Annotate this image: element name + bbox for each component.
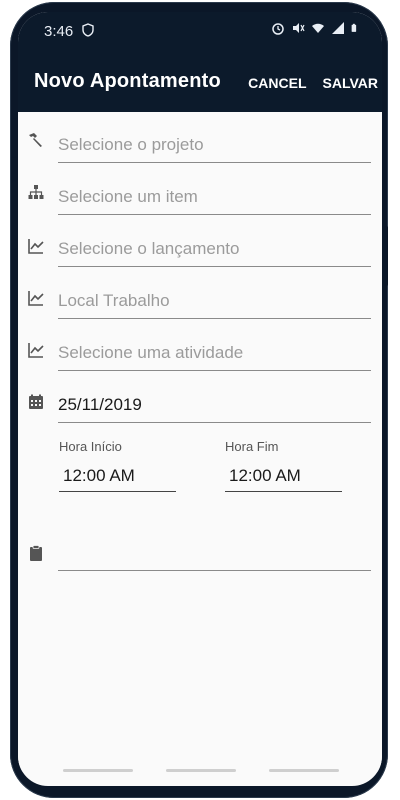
status-time: 3:46: [44, 23, 74, 40]
status-bar: 3:46: [18, 12, 382, 50]
screen: 3:46 Novo Apontamento CANCEL SALVAR Sele…: [18, 12, 382, 786]
end-time-field[interactable]: 12:00 AM: [225, 461, 342, 492]
status-icons: [271, 21, 360, 35]
app-bar: Novo Apontamento CANCEL SALVAR: [18, 50, 382, 112]
calendar-icon: [29, 394, 43, 409]
nav-indicator: [166, 769, 236, 772]
project-select[interactable]: Selecione o projeto: [58, 128, 371, 163]
end-time-label: Hora Fim: [225, 439, 279, 454]
start-time-field[interactable]: 12:00 AM: [59, 461, 176, 492]
clipboard-icon: [30, 545, 42, 561]
trending-chart-icon: [28, 343, 44, 358]
start-time-label: Hora Início: [59, 439, 122, 454]
page-title: Novo Apontamento: [34, 70, 221, 92]
battery-icon: [351, 23, 357, 32]
location-input[interactable]: Local Trabalho: [58, 284, 371, 319]
hammer-icon: [29, 133, 42, 147]
activity-select[interactable]: Selecione uma atividade: [58, 336, 371, 371]
trending-chart-icon: [28, 291, 44, 306]
date-field[interactable]: 25/11/2019: [58, 388, 371, 423]
nav-indicator: [63, 769, 133, 772]
phone-side-button: [384, 226, 388, 286]
mute-icon: [293, 23, 305, 33]
app-bar-actions: CANCEL SALVAR: [248, 75, 378, 91]
sitemap-icon: [28, 185, 44, 199]
alarm-icon: [272, 23, 284, 35]
nav-indicator: [269, 769, 339, 772]
trending-chart-icon: [28, 239, 44, 254]
cancel-button[interactable]: CANCEL: [248, 75, 306, 91]
signal-icon: [332, 22, 344, 34]
shield-icon: [82, 23, 94, 37]
wifi-icon: [312, 23, 324, 33]
item-select[interactable]: Selecione um item: [58, 180, 371, 215]
phone-side-button: [12, 118, 16, 158]
save-button[interactable]: SALVAR: [323, 75, 378, 91]
appointment-form: Selecione o projeto Selecione um item Se…: [18, 112, 382, 772]
notes-input[interactable]: [58, 536, 371, 571]
launch-select[interactable]: Selecione o lançamento: [58, 232, 371, 267]
phone-side-button: [12, 180, 16, 250]
